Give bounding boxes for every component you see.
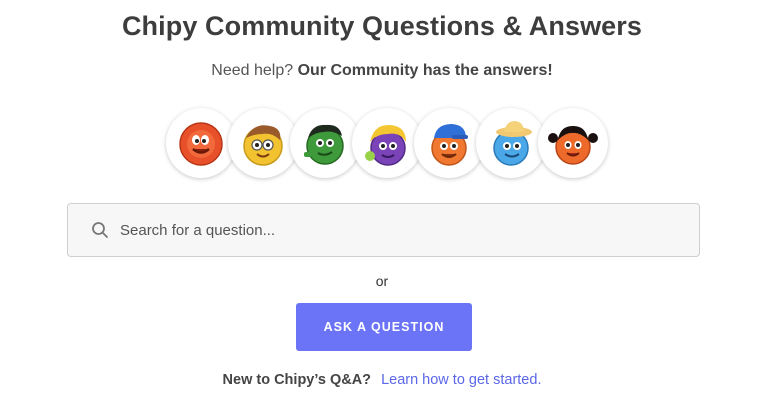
footer-lead: New to Chipy’s Q&A? xyxy=(222,372,372,388)
orange-chip-blue-cap-avatar xyxy=(414,108,484,178)
green-chip-icon xyxy=(304,124,344,165)
purple-chip-yellow-hair-avatar xyxy=(352,108,422,178)
page-subtitle: Need help? Our Community has the answers… xyxy=(0,62,764,80)
search-input[interactable] xyxy=(118,220,682,240)
orange-chip-pigtails-avatar xyxy=(538,108,608,178)
blue-chip-icon xyxy=(493,121,532,166)
subtitle-bold: Our Community has the answers! xyxy=(297,62,553,79)
yellow-chip-brown-hair-avatar xyxy=(228,108,298,178)
green-chip-avatar xyxy=(290,108,360,178)
blue-chip-sunhat-avatar xyxy=(476,108,546,178)
get-started-link[interactable]: Learn how to get started. xyxy=(381,372,541,388)
orange-chip-icon xyxy=(431,124,468,166)
red-chip-icon xyxy=(179,122,223,166)
search-icon xyxy=(91,221,109,239)
avatar-row xyxy=(166,108,610,180)
footer-help: New to Chipy’s Q&A? Learn how to get sta… xyxy=(0,372,764,388)
yellow-chip-icon xyxy=(243,125,283,166)
purple-chip-icon xyxy=(365,124,406,166)
page-title: Chipy Community Questions & Answers xyxy=(121,11,643,41)
search-box[interactable] xyxy=(67,203,700,257)
subtitle-lead: Need help? xyxy=(211,62,294,79)
or-divider: or xyxy=(375,273,389,289)
pigtails-chip-icon xyxy=(548,126,598,165)
ask-question-button[interactable]: ASK A QUESTION xyxy=(296,303,472,351)
red-chip-avatar xyxy=(166,108,236,178)
